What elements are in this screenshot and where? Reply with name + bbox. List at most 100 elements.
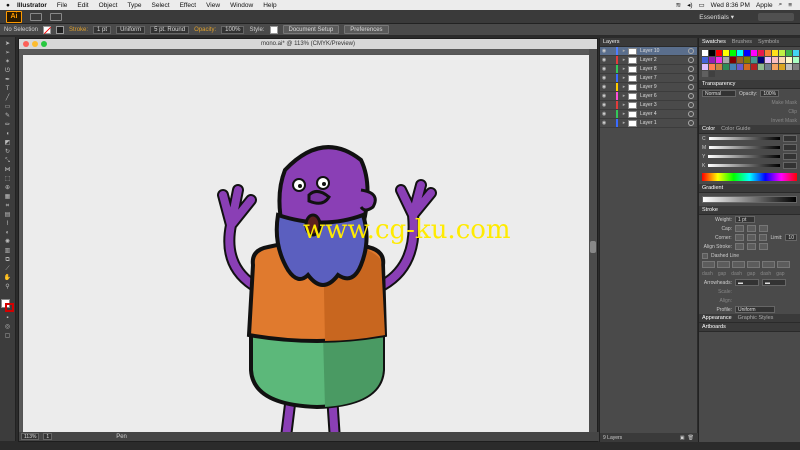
- column-graph-tool-icon[interactable]: ▥: [3, 248, 13, 255]
- fill-stroke-control[interactable]: [0, 299, 15, 313]
- start-arrowhead-select[interactable]: ▬: [735, 279, 759, 286]
- expand-triangle-icon[interactable]: ▸: [620, 102, 628, 108]
- screen-mode-icon[interactable]: ▢: [3, 333, 13, 340]
- notification-icon[interactable]: ≡: [788, 2, 792, 9]
- color-swatch[interactable]: [744, 50, 750, 56]
- butt-cap-button[interactable]: [735, 225, 744, 232]
- layer-name[interactable]: Layer 2: [640, 57, 688, 63]
- menu-help[interactable]: Help: [258, 2, 281, 9]
- fill-swatch[interactable]: [43, 25, 52, 34]
- color-swatch[interactable]: [730, 64, 736, 70]
- variable-width-profile[interactable]: Uniform: [116, 25, 146, 34]
- layer-row[interactable]: ◉ ▸ Layer 8: [600, 65, 697, 74]
- layer-name[interactable]: Layer 1: [640, 120, 688, 126]
- expand-triangle-icon[interactable]: ▸: [620, 111, 628, 117]
- color-spectrum[interactable]: [702, 173, 797, 181]
- tab-swatches[interactable]: Swatches: [702, 39, 726, 45]
- type-tool-icon[interactable]: T: [3, 86, 13, 93]
- workspace-switcher[interactable]: Essentials ▾: [699, 13, 734, 21]
- color-swatch[interactable]: [779, 64, 785, 70]
- tab-brushes[interactable]: Brushes: [732, 39, 752, 45]
- graphic-style-swatch[interactable]: [269, 25, 278, 34]
- color-swatch[interactable]: [779, 50, 785, 56]
- channel-k-slider[interactable]: [708, 164, 780, 167]
- layer-name[interactable]: Layer 3: [640, 102, 688, 108]
- channel-y-slider[interactable]: [708, 155, 780, 158]
- opacity-field[interactable]: 100%: [221, 25, 245, 34]
- eyedropper-tool-icon[interactable]: ⌇: [3, 221, 13, 228]
- delete-layer-icon[interactable]: 🗑: [688, 435, 694, 441]
- color-swatch[interactable]: [709, 64, 715, 70]
- eraser-tool-icon[interactable]: ◩: [3, 140, 13, 147]
- visibility-eye-icon[interactable]: ◉: [600, 84, 608, 90]
- align-inside-button[interactable]: [747, 243, 756, 250]
- color-swatch[interactable]: [723, 50, 729, 56]
- artboard-canvas[interactable]: www.cg-ku.com: [23, 55, 589, 435]
- vertical-scrollbar[interactable]: [589, 49, 597, 433]
- tab-transparency[interactable]: Transparency: [702, 81, 735, 87]
- stroke-swatch[interactable]: [56, 25, 65, 34]
- invert-mask-checkbox[interactable]: Invert Mask: [771, 118, 797, 124]
- channel-c-field[interactable]: [783, 135, 797, 142]
- layer-target-icon[interactable]: [688, 93, 694, 99]
- color-swatch[interactable]: [737, 50, 743, 56]
- expand-triangle-icon[interactable]: ▸: [620, 93, 628, 99]
- menu-type[interactable]: Type: [122, 2, 146, 9]
- end-arrowhead-select[interactable]: ▬: [762, 279, 786, 286]
- color-swatch[interactable]: [744, 64, 750, 70]
- layer-row[interactable]: ◉ ▸ Layer 9: [600, 83, 697, 92]
- color-swatch[interactable]: [709, 50, 715, 56]
- color-swatch[interactable]: [765, 57, 771, 63]
- layer-name[interactable]: Layer 4: [640, 111, 688, 117]
- perspective-grid-tool-icon[interactable]: ▦: [3, 194, 13, 201]
- color-swatch[interactable]: [723, 64, 729, 70]
- color-swatch[interactable]: [702, 64, 708, 70]
- miter-join-button[interactable]: [734, 234, 744, 241]
- pen-tool-icon[interactable]: ✒: [3, 77, 13, 84]
- rotate-tool-icon[interactable]: ↻: [3, 149, 13, 156]
- channel-m-field[interactable]: [783, 144, 797, 151]
- expand-triangle-icon[interactable]: ▸: [620, 75, 628, 81]
- visibility-eye-icon[interactable]: ◉: [600, 48, 608, 54]
- menu-window[interactable]: Window: [225, 2, 258, 9]
- align-outside-button[interactable]: [759, 243, 768, 250]
- tab-symbols[interactable]: Symbols: [758, 39, 779, 45]
- color-swatch[interactable]: [730, 57, 736, 63]
- layers-tab[interactable]: Layers: [600, 38, 697, 47]
- bridge-icon[interactable]: [30, 12, 42, 21]
- limit-field[interactable]: 10: [785, 234, 797, 241]
- zoom-tool-icon[interactable]: ⚲: [3, 284, 13, 291]
- expand-triangle-icon[interactable]: ▸: [620, 120, 628, 126]
- layer-row[interactable]: ◉ ▸ Layer 1: [600, 119, 697, 128]
- dash-field-2[interactable]: [732, 261, 745, 268]
- layer-name[interactable]: Layer 7: [640, 75, 688, 81]
- projecting-cap-button[interactable]: [759, 225, 768, 232]
- layer-target-icon[interactable]: [688, 111, 694, 117]
- lasso-tool-icon[interactable]: ᘎ: [3, 68, 13, 75]
- magic-wand-tool-icon[interactable]: ✶: [3, 59, 13, 66]
- layer-row[interactable]: ◉ ▸ Layer 10: [600, 47, 697, 56]
- profile-select[interactable]: Uniform: [735, 306, 775, 313]
- channel-k-field[interactable]: [783, 162, 797, 169]
- layer-target-icon[interactable]: [688, 84, 694, 90]
- artboard-navigation-field[interactable]: 1: [43, 433, 53, 440]
- artboard-tool-icon[interactable]: ⧉: [3, 257, 13, 264]
- round-cap-button[interactable]: [747, 225, 756, 232]
- color-swatch[interactable]: [709, 71, 715, 77]
- layer-target-icon[interactable]: [688, 48, 694, 54]
- color-swatch[interactable]: [786, 64, 792, 70]
- zoom-window-icon[interactable]: [41, 41, 47, 47]
- color-swatch[interactable]: [793, 64, 799, 70]
- expand-triangle-icon[interactable]: ▸: [620, 57, 628, 63]
- align-center-button[interactable]: [735, 243, 744, 250]
- color-swatch[interactable]: [793, 57, 799, 63]
- minimize-window-icon[interactable]: [32, 41, 38, 47]
- tab-artboards[interactable]: Artboards: [702, 324, 726, 330]
- wifi-icon[interactable]: ≋: [676, 1, 681, 9]
- menu-select[interactable]: Select: [147, 2, 175, 9]
- color-swatch[interactable]: [702, 57, 708, 63]
- visibility-eye-icon[interactable]: ◉: [600, 57, 608, 63]
- volume-icon[interactable]: ◂): [687, 1, 692, 9]
- color-swatch[interactable]: [751, 64, 757, 70]
- color-swatch[interactable]: [758, 50, 764, 56]
